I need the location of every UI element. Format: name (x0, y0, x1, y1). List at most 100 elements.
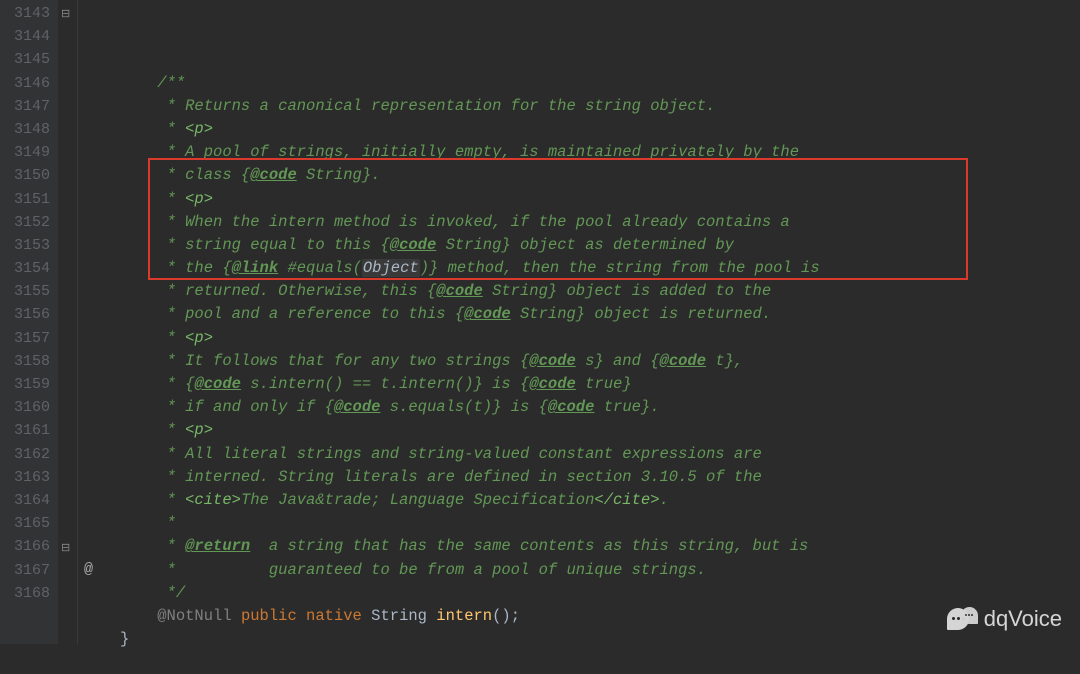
line-number: 3159 (4, 373, 50, 396)
watermark: dqVoice (947, 606, 1062, 632)
annotation-column: @ (78, 0, 108, 644)
fold-open-icon[interactable]: ⊟ (61, 4, 70, 27)
code-line[interactable]: * {@code s.intern() == t.intern()} is {@… (120, 373, 1080, 396)
code-line[interactable]: * When the intern method is invoked, if … (120, 211, 1080, 234)
code-token: * (157, 537, 185, 555)
code-token: <p> (185, 120, 213, 138)
line-number: 3158 (4, 350, 50, 373)
code-token: String} object as determined by (436, 236, 734, 254)
code-line[interactable]: * <p> (120, 188, 1080, 211)
code-line[interactable]: * class {@code String}. (120, 164, 1080, 187)
code-token: * (157, 190, 185, 208)
code-token: @return (185, 537, 250, 555)
code-token: true} (576, 375, 632, 393)
code-line[interactable]: * if and only if {@code s.equals(t)} is … (120, 396, 1080, 419)
line-number: 3151 (4, 188, 50, 211)
code-token: #equals( (278, 259, 362, 277)
code-token: * the { (157, 259, 231, 277)
code-token: The Java&trade; Language Specification (241, 491, 594, 509)
line-number: 3149 (4, 141, 50, 164)
code-token: s.equals(t)} is { (380, 398, 547, 416)
code-line[interactable] (120, 651, 1080, 674)
code-line[interactable]: * @return a string that has the same con… (120, 535, 1080, 558)
code-token: @code (250, 166, 297, 184)
line-number: 3162 (4, 443, 50, 466)
line-number: 3143 (4, 2, 50, 25)
code-token: s} and { (576, 352, 660, 370)
code-token: } (120, 630, 129, 648)
code-line[interactable]: * interned. String literals are defined … (120, 466, 1080, 489)
line-number: 3156 (4, 303, 50, 326)
code-token: * { (157, 375, 194, 393)
line-number: 3152 (4, 211, 50, 234)
code-line[interactable]: * string equal to this {@code String} ob… (120, 234, 1080, 257)
code-line[interactable]: * <p> (120, 419, 1080, 442)
code-area[interactable]: /** * Returns a canonical representation… (108, 0, 1080, 644)
code-token: * (157, 491, 185, 509)
code-token: <p> (185, 190, 213, 208)
code-line[interactable]: * the {@link #equals(Object)} method, th… (120, 257, 1080, 280)
code-token: )} method, then the string from the pool… (420, 259, 820, 277)
code-line[interactable]: * pool and a reference to this {@code St… (120, 303, 1080, 326)
line-number: 3157 (4, 327, 50, 350)
code-token: * class { (157, 166, 250, 184)
code-line[interactable]: * <cite>The Java&trade; Language Specifi… (120, 489, 1080, 512)
code-editor[interactable]: 3143314431453146314731483149315031513152… (0, 0, 1080, 644)
fold-column[interactable]: ⊟⊟ (58, 0, 78, 644)
code-token: intern (436, 607, 492, 625)
code-token: @code (548, 398, 595, 416)
code-line[interactable]: * It follows that for any two strings {@… (120, 350, 1080, 373)
code-line[interactable]: * All literal strings and string-valued … (120, 443, 1080, 466)
code-token: @code (464, 305, 511, 323)
code-line[interactable]: * A pool of strings, initially empty, is… (120, 141, 1080, 164)
override-gutter-icon[interactable]: @ (84, 558, 93, 581)
code-token: String} object is added to the (483, 282, 771, 300)
code-line[interactable]: * returned. Otherwise, this {@code Strin… (120, 280, 1080, 303)
code-token: * Returns a canonical representation for… (157, 97, 715, 115)
code-token: @code (529, 352, 576, 370)
code-line[interactable]: * Returns a canonical representation for… (120, 95, 1080, 118)
code-token: * string equal to this { (157, 236, 390, 254)
code-line[interactable]: * (120, 512, 1080, 535)
code-line[interactable]: } (120, 628, 1080, 651)
code-token: * All literal strings and string-valued … (157, 445, 762, 463)
line-number: 3163 (4, 466, 50, 489)
code-token: @code (194, 375, 241, 393)
line-number: 3150 (4, 164, 50, 187)
line-number: 3161 (4, 419, 50, 442)
code-token: </cite> (594, 491, 659, 509)
line-number: 3153 (4, 234, 50, 257)
code-line[interactable]: */ (120, 582, 1080, 605)
code-line[interactable]: @NotNull public native String intern(); (120, 605, 1080, 628)
code-line[interactable]: * guaranteed to be from a pool of unique… (120, 559, 1080, 582)
code-token: public native (241, 607, 371, 625)
line-number: 3164 (4, 489, 50, 512)
watermark-text: dqVoice (984, 606, 1062, 632)
code-line[interactable]: * <p> (120, 118, 1080, 141)
wechat-icon (961, 607, 978, 624)
code-line[interactable]: * <p> (120, 327, 1080, 350)
line-number: 3167 (4, 559, 50, 582)
line-number: 3168 (4, 582, 50, 605)
code-token: * (157, 421, 185, 439)
code-token: * (157, 120, 185, 138)
code-token: @NotNull (157, 607, 241, 625)
code-token: String} object is returned. (511, 305, 771, 323)
code-token: * returned. Otherwise, this { (157, 282, 436, 300)
line-number: 3144 (4, 25, 50, 48)
code-token: @code (390, 236, 437, 254)
code-line[interactable]: /** (120, 72, 1080, 95)
code-token: * if and only if { (157, 398, 334, 416)
code-token: @code (660, 352, 707, 370)
fold-close-icon[interactable]: ⊟ (61, 538, 70, 561)
line-number: 3148 (4, 118, 50, 141)
line-number: 3155 (4, 280, 50, 303)
line-number-gutter: 3143314431453146314731483149315031513152… (0, 0, 58, 644)
code-token: * interned. String literals are defined … (157, 468, 762, 486)
line-number: 3145 (4, 48, 50, 71)
code-token: true}. (594, 398, 659, 416)
code-token: <p> (185, 421, 213, 439)
code-token: . (660, 491, 669, 509)
code-token: @code (334, 398, 381, 416)
code-token: (); (492, 607, 520, 625)
